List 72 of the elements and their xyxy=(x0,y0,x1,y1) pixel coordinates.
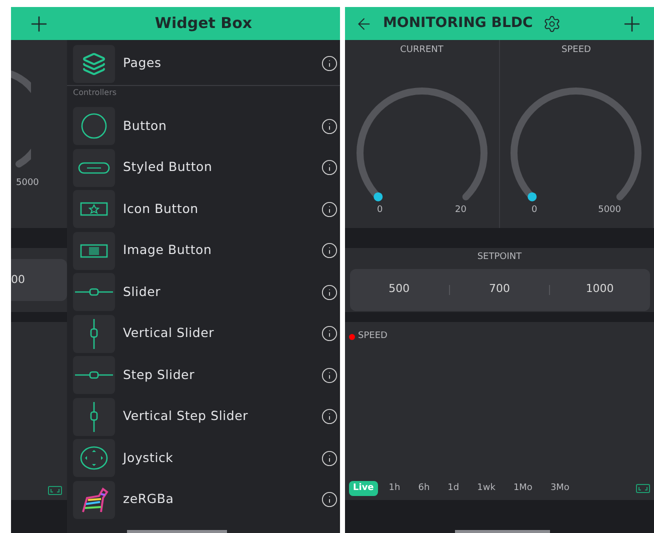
info-icon[interactable] xyxy=(321,366,338,384)
legend-label: SPEED xyxy=(358,330,388,343)
gauge-min: 0 xyxy=(532,204,538,216)
widget-item[interactable]: Joystick xyxy=(67,438,340,479)
info-icon[interactable] xyxy=(321,200,338,218)
slider-icon xyxy=(75,370,113,380)
widget-label: Icon Button xyxy=(123,200,200,218)
segment-option[interactable]: 700 xyxy=(450,281,550,298)
widget-item[interactable]: Styled Button xyxy=(67,147,340,188)
gauge-max: 5000 xyxy=(598,204,621,216)
scrollbar-handle[interactable] xyxy=(127,530,227,533)
widget-item[interactable]: Step Slider xyxy=(67,354,340,396)
info-icon[interactable] xyxy=(321,408,338,426)
gauge-max: 20 xyxy=(455,204,466,216)
fullscreen-icon[interactable] xyxy=(636,484,650,493)
widget-label: Joystick xyxy=(123,448,174,467)
gauge-indicator xyxy=(373,192,382,201)
widget-item[interactable]: Vertical Step Slider xyxy=(67,396,340,438)
fullscreen-icon[interactable] xyxy=(48,486,62,495)
info-icon[interactable] xyxy=(321,284,338,301)
widget-label: Button xyxy=(123,116,168,135)
time-range-tab[interactable]: 3Mo xyxy=(543,480,576,496)
widget-label: Vertical Slider xyxy=(123,324,216,342)
widget-label: Step Slider xyxy=(123,366,196,384)
widget-label: Vertical Step Slider xyxy=(123,407,250,426)
segment-option[interactable]: 00 xyxy=(11,272,25,288)
time-range-tab[interactable]: 6h xyxy=(411,480,437,496)
info-icon[interactable] xyxy=(321,55,338,72)
gauge-min: 0 xyxy=(377,204,383,216)
segment-option[interactable]: 1000 xyxy=(550,281,650,298)
dashboard-title: MONITORING BLDC xyxy=(383,14,533,33)
time-range-tab[interactable]: 1h xyxy=(382,480,408,496)
gauge-label: CURRENT xyxy=(400,44,444,57)
pill-icon xyxy=(78,162,110,174)
scrollbar-handle[interactable] xyxy=(455,530,550,533)
vertical-slider-icon xyxy=(89,402,99,432)
widget-item[interactable]: Icon Button xyxy=(67,188,340,230)
info-icon[interactable] xyxy=(321,118,338,135)
widget-item[interactable]: Vertical Slider xyxy=(67,313,340,354)
gauge-indicator xyxy=(528,192,537,201)
layers-icon xyxy=(82,52,106,76)
widget-box-title: Widget Box xyxy=(154,13,252,34)
setpoint-label: SETPOINT xyxy=(477,251,522,264)
image-icon xyxy=(80,244,108,258)
circle-icon xyxy=(80,112,108,140)
joystick-icon xyxy=(79,445,109,472)
widget-label: Image Button xyxy=(123,241,213,260)
info-icon[interactable] xyxy=(321,159,338,176)
slider-icon xyxy=(75,287,113,298)
info-icon[interactable] xyxy=(321,242,338,260)
vertical-slider-icon xyxy=(89,318,99,349)
widget-item[interactable]: Pages xyxy=(67,43,340,84)
time-range-tab[interactable]: 1wk xyxy=(470,480,502,496)
widget-item[interactable]: Button xyxy=(67,106,340,147)
widget-label: Styled Button xyxy=(123,158,214,176)
gauge-label: SPEED xyxy=(562,44,591,57)
info-icon[interactable] xyxy=(321,325,338,342)
section-label: Controllers xyxy=(72,86,118,98)
widget-label: Slider xyxy=(123,282,162,301)
widget-item[interactable]: Image Button xyxy=(67,230,340,272)
widget-label: zeRGBa xyxy=(123,490,175,508)
segment-option[interactable]: 500 xyxy=(350,281,449,298)
zebra-icon xyxy=(79,486,109,514)
settings-icon[interactable] xyxy=(542,14,561,32)
widget-item[interactable]: Slider xyxy=(67,272,340,313)
time-range-tab[interactable]: 1d xyxy=(440,480,466,496)
gauge-max: 5000 xyxy=(15,176,40,190)
widget-item[interactable]: zeRGBa xyxy=(67,479,340,520)
info-icon[interactable] xyxy=(321,491,338,508)
time-range-tab[interactable]: 1Mo xyxy=(506,480,540,496)
info-icon[interactable] xyxy=(321,450,338,467)
widget-label: Pages xyxy=(123,54,162,72)
